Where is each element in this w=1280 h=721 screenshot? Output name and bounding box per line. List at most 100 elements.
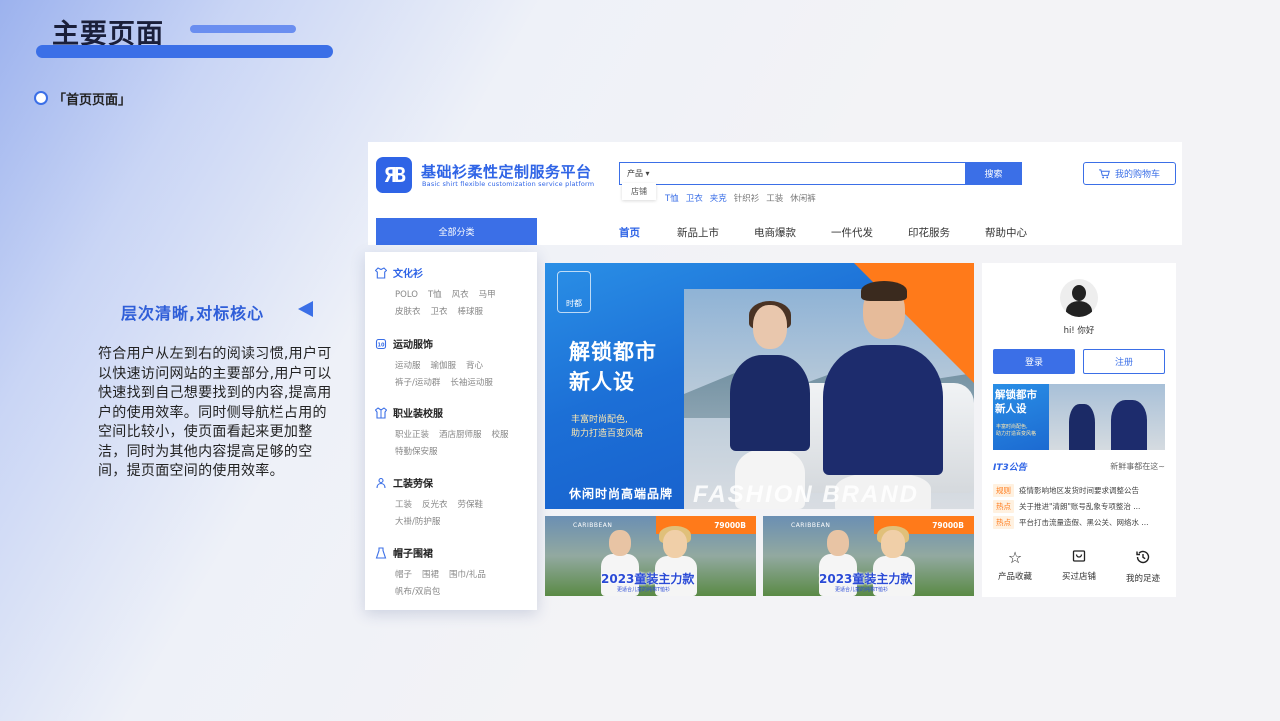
category-item-link[interactable]: 背心 <box>466 358 483 375</box>
category-item-link[interactable]: 皮肤衣 <box>395 304 421 321</box>
category-item-link[interactable]: POLO <box>395 287 418 304</box>
search-dropdown-option[interactable]: 店铺 <box>622 183 656 200</box>
category-item-link[interactable]: 反光衣 <box>422 497 448 514</box>
notice-row[interactable]: 规则 疫情影响地区发货时间要求调整公告 <box>993 482 1165 498</box>
category-1[interactable]: 文化衫 <box>374 265 423 280</box>
hot-word-link[interactable]: 夹克 <box>710 192 727 204</box>
notice-text: 平台打击流量造假、黑公关、网络水 ... <box>1019 517 1149 527</box>
avatar[interactable] <box>1060 279 1098 317</box>
hot-word-link[interactable]: T恤 <box>665 192 679 204</box>
nav-item[interactable]: 一件代发 <box>831 225 908 240</box>
category-item-link[interactable]: 风衣 <box>452 287 469 304</box>
search-category-select[interactable]: 产品 ▾ <box>627 168 650 179</box>
highlight-title: 层次清晰,对标核心 <box>121 304 265 323</box>
store-bag-icon <box>1049 549 1109 567</box>
category-4[interactable]: 工装劳保 <box>374 475 433 490</box>
nav-item[interactable]: 电商爆款 <box>754 225 831 240</box>
hot-word-link[interactable]: 休闲裤 <box>790 192 816 204</box>
category-item-link[interactable]: 长袖运动服 <box>450 375 493 392</box>
mini-banner[interactable]: 解锁都市 新人设 丰富时尚配色, 助力打造百变风格 <box>993 384 1165 450</box>
hot-word-link[interactable]: 卫衣 <box>686 192 703 204</box>
category-label: 职业装校服 <box>393 409 443 420</box>
notice-more-link[interactable]: 新鲜事都在这~ <box>1110 461 1165 472</box>
ad-title: 2023童装主力款 <box>819 572 913 586</box>
greeting-text: hi! 你好 <box>1063 326 1095 336</box>
category-item-link[interactable]: 酒店厨师服 <box>439 427 482 444</box>
circle-bullet-icon <box>34 91 48 105</box>
category-item-link[interactable]: 马甲 <box>479 287 496 304</box>
promo-ad-1[interactable]: 79000B CARIBBEAN 2023童装主力款 更适合儿童的纯棉T恤衫 <box>545 516 756 596</box>
hot-word-link[interactable]: 针织衫 <box>734 192 760 204</box>
nav-item[interactable]: 新品上市 <box>677 225 754 240</box>
notice-row[interactable]: 热点 关于推进"清朗"账号乱象专项整治 ... <box>993 498 1165 514</box>
hot-word-link[interactable]: 工装 <box>766 192 783 204</box>
cart-button[interactable]: 我的购物车 <box>1083 162 1176 185</box>
notice-title: IT3公告 <box>993 463 1027 473</box>
category-2[interactable]: 10 运动服饰 <box>374 336 433 351</box>
history-link[interactable]: 我的足迹 <box>1113 549 1173 584</box>
category-item-link[interactable]: 劳保鞋 <box>458 497 484 514</box>
category-sidebar: 文化衫 POLO T恤 风衣 马甲皮肤衣 卫衣 棒球服 10 运动服饰运动服 瑜伽服 背心裤子/运动… <box>365 252 537 610</box>
ad-subtitle: 更适合儿童的纯棉T恤衫 <box>617 587 671 593</box>
history-icon <box>1113 549 1173 569</box>
promo-ad-2[interactable]: 79000B CARIBBEAN 2023童装主力款 更适合儿童的纯棉T恤衫 <box>763 516 974 596</box>
category-item-link[interactable]: 帽子 <box>395 567 412 584</box>
quick-link-label: 我的足迹 <box>1125 574 1160 584</box>
sport-jersey-icon: 10 <box>374 337 387 350</box>
category-item-link[interactable]: 校服 <box>492 427 509 444</box>
kid-girl-head <box>881 530 905 558</box>
category-item-link[interactable]: 围巾/礼品 <box>449 567 486 584</box>
nav-item[interactable]: 印花服务 <box>908 225 985 240</box>
banner-footer-text: 休闲时尚高端品牌 <box>569 487 674 501</box>
category-item-link[interactable]: 裤子/运动群 <box>395 375 440 392</box>
category-item-link[interactable]: 职业正装 <box>395 427 429 444</box>
logo-subtitle: Basic shirt flexible customization servi… <box>422 180 595 188</box>
category-item-link[interactable]: 工装 <box>395 497 412 514</box>
description-text: 符合用户从左到右的阅读习惯,用户可以快速访问网站的主要部分,用户可以快速找到自己… <box>98 346 332 479</box>
notice-list: 规则 疫情影响地区发货时间要求调整公告 热点 关于推进"清朗"账号乱象专项整治 ...… <box>993 482 1165 530</box>
notice-tag: 热点 <box>993 499 1014 513</box>
category-item-link[interactable]: T恤 <box>428 287 442 304</box>
category-item-link[interactable]: 特勤保安服 <box>395 444 438 461</box>
star-icon: ☆ <box>1007 548 1023 567</box>
user-panel: hi! 你好 登录 注册 解锁都市 新人设 丰富时尚配色, 助力打造百变风格 IT3… <box>982 263 1176 597</box>
quick-link-label: 买过店铺 <box>1061 572 1096 582</box>
mini-banner-line2: 新人设 <box>995 403 1027 415</box>
title-decoration-bar-long <box>36 45 333 58</box>
main-nav: 首页 新品上市 电商爆款 一件代发 印花服务 帮助中心 <box>619 225 1045 240</box>
category-item-link[interactable]: 大褂/防护服 <box>395 514 440 531</box>
category-item-link[interactable]: 围裙 <box>422 567 439 584</box>
model-woman-head <box>753 305 787 349</box>
search-input[interactable] <box>619 162 1022 185</box>
logo-icon[interactable]: ЯB <box>376 157 412 193</box>
category-5[interactable]: 帽子围裙 <box>374 545 433 560</box>
register-button[interactable]: 注册 <box>1083 349 1165 374</box>
login-button[interactable]: 登录 <box>993 349 1075 374</box>
avatar-body <box>1066 301 1092 317</box>
mini-banner-model-woman <box>1069 404 1095 450</box>
category-item-link[interactable]: 棒球服 <box>458 304 484 321</box>
svg-text:10: 10 <box>377 342 384 348</box>
category-item-link[interactable]: 卫衣 <box>431 304 448 321</box>
apron-icon <box>374 546 387 559</box>
category-item-list: 帽子 围裙 围巾/礼品 帆布/双肩包 <box>395 567 515 601</box>
all-categories-button[interactable]: 全部分类 <box>376 218 537 245</box>
kid-boy-head <box>609 530 631 556</box>
mini-banner-tagline: 丰富时尚配色, 助力打造百变风格 <box>996 424 1036 438</box>
search-button[interactable]: 搜索 <box>965 162 1022 185</box>
nav-item[interactable]: 首页 <box>619 225 677 240</box>
category-item-link[interactable]: 瑜伽服 <box>431 358 457 375</box>
category-3[interactable]: 职业装校服 <box>374 405 443 420</box>
section-subtitle: 「首页页面」 <box>53 93 132 108</box>
notice-row[interactable]: 热点 平台打击流量造假、黑公关、网络水 ... <box>993 514 1165 530</box>
nav-item[interactable]: 帮助中心 <box>985 225 1045 240</box>
avatar-head <box>1072 285 1086 301</box>
purchased-stores-link[interactable]: 买过店铺 <box>1049 549 1109 582</box>
logo-title[interactable]: 基础衫柔性定制服务平台 <box>421 161 592 182</box>
category-item-link[interactable]: 帆布/双肩包 <box>395 584 440 601</box>
category-label: 文化衫 <box>393 269 423 280</box>
chevron-down-icon: ▾ <box>645 169 650 178</box>
favorites-link[interactable]: ☆ 产品收藏 <box>985 548 1045 583</box>
category-item-link[interactable]: 运动服 <box>395 358 421 375</box>
hero-banner[interactable]: 时都 解锁都市 新人设 丰富时尚配色, 助力打造百变风格 休闲时尚高端品牌 FASH… <box>545 263 974 509</box>
